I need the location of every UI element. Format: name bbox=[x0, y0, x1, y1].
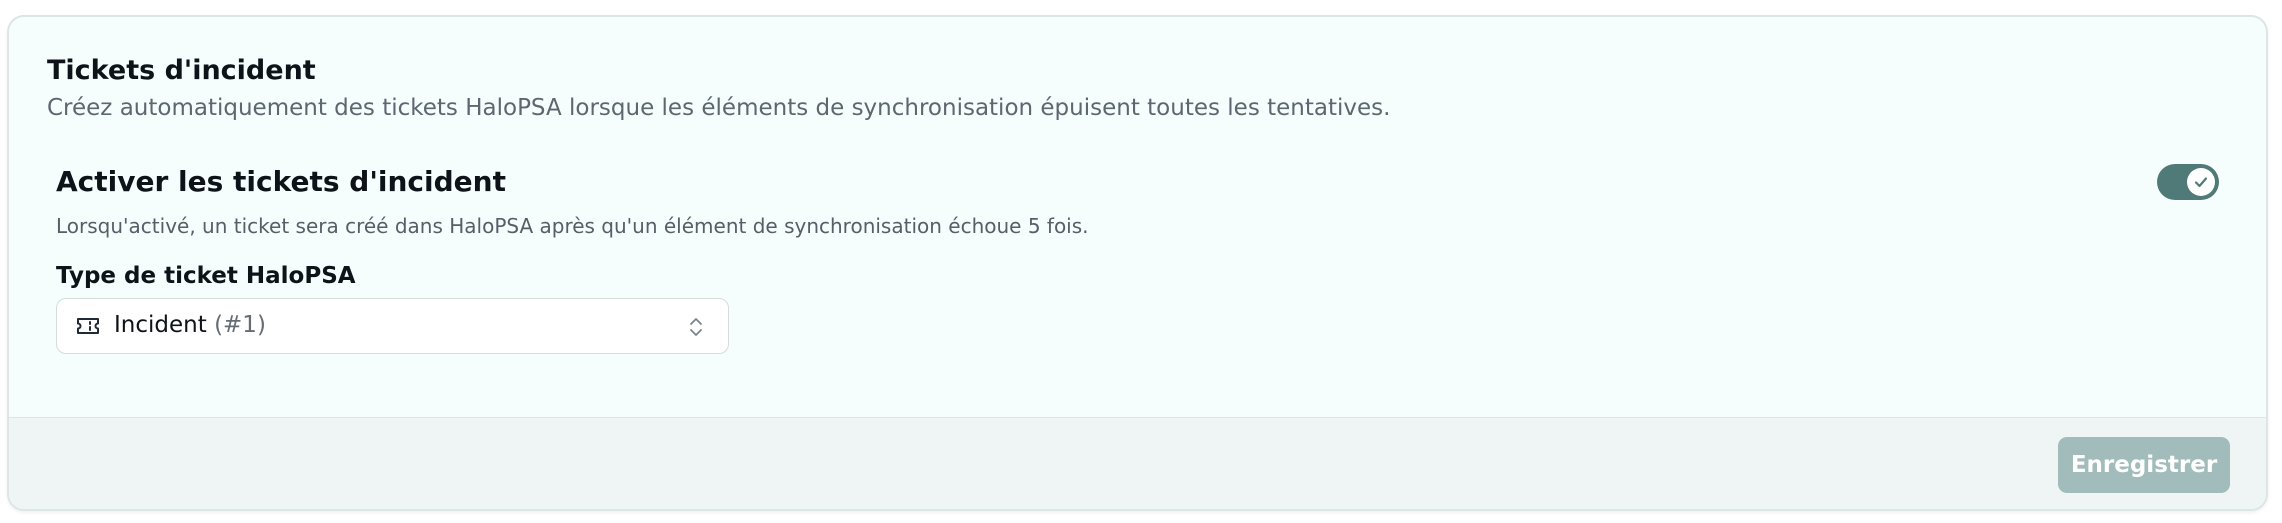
ticket-type-value: Incident (#1) bbox=[114, 312, 266, 338]
ticket-type-id: (#1) bbox=[214, 312, 266, 338]
card-title: Tickets d'incident bbox=[47, 55, 316, 86]
incident-tickets-card: Tickets d'incident Créez automatiquement… bbox=[7, 15, 2268, 511]
ticket-type-select[interactable]: Incident (#1) bbox=[56, 298, 729, 354]
ticket-icon bbox=[77, 318, 99, 334]
chevron-up-down-icon bbox=[690, 318, 702, 336]
enable-incident-tickets-label: Activer les tickets d'incident bbox=[56, 165, 506, 198]
check-icon bbox=[2194, 177, 2208, 188]
ticket-type-name: Incident bbox=[114, 312, 207, 338]
ticket-type-label: Type de ticket HaloPSA bbox=[56, 263, 356, 289]
card-footer: Enregistrer bbox=[9, 417, 2266, 509]
card-description: Créez automatiquement des tickets HaloPS… bbox=[47, 95, 1391, 121]
enable-incident-tickets-toggle[interactable] bbox=[2157, 164, 2219, 200]
enable-incident-tickets-description: Lorsqu'activé, un ticket sera créé dans … bbox=[56, 214, 1089, 238]
save-button[interactable]: Enregistrer bbox=[2058, 437, 2230, 493]
toggle-knob bbox=[2187, 168, 2215, 196]
